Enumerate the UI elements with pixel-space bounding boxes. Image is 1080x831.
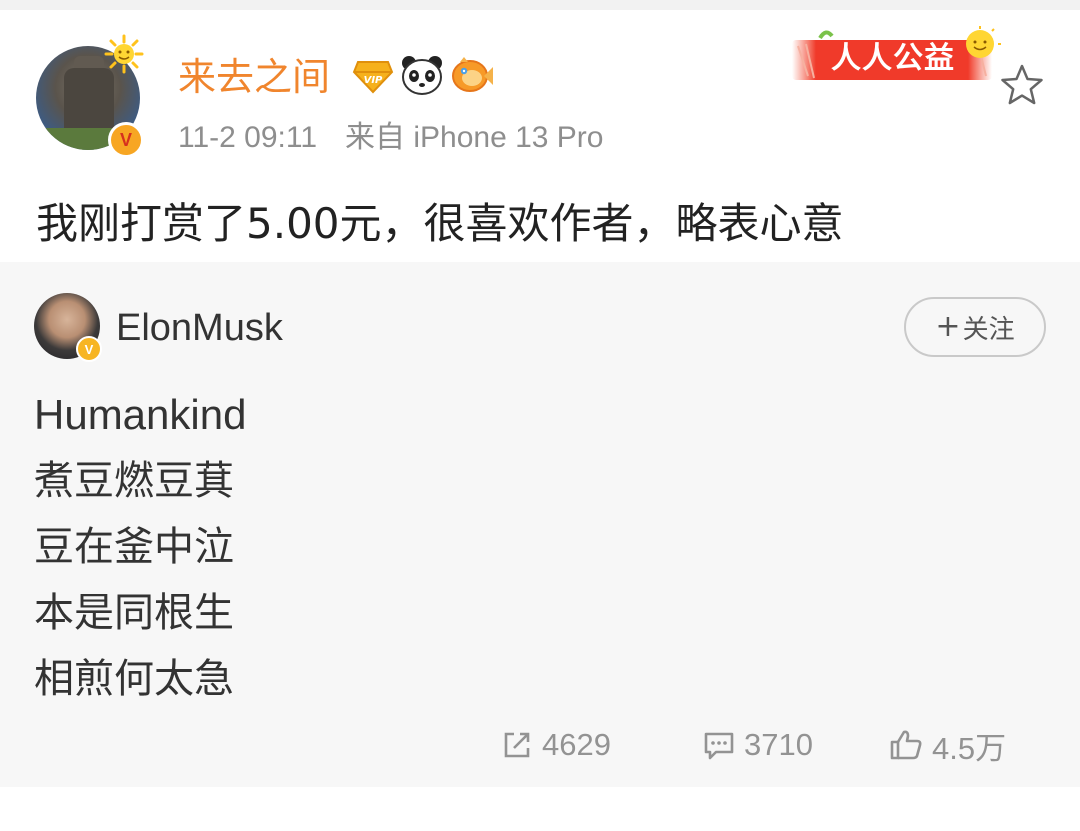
share-icon <box>504 732 530 758</box>
like-button[interactable]: 4.5万 <box>888 722 1006 768</box>
top-divider <box>0 0 1080 10</box>
favorite-star-icon[interactable] <box>998 62 1046 108</box>
vip-icon: VIP <box>352 61 394 94</box>
post-text: 我刚打赏了5.00元，很喜欢作者，略表心意 <box>36 199 844 248</box>
verified-badge: V <box>108 122 144 158</box>
svg-text:VIP: VIP <box>364 75 383 86</box>
post-source: 来自 iPhone 13 Pro <box>345 121 604 154</box>
author-name[interactable]: 来去之间 <box>178 52 330 102</box>
share-button[interactable]: 4629 <box>500 722 611 768</box>
sun-icon <box>104 34 144 74</box>
thumbs-up-icon <box>890 730 922 760</box>
post-meta: 11-2 09:11 来自 iPhone 13 Pro <box>178 118 603 158</box>
charity-label: 人人公益 <box>831 41 955 76</box>
repost-line: Humankind <box>34 391 247 438</box>
repost-line: 豆在釜中泣 <box>34 524 234 570</box>
panda-icon <box>402 56 442 95</box>
follow-label: 关注 <box>962 314 1015 345</box>
bottom-spacer <box>0 787 1080 831</box>
repost-line: 相煎何太急 <box>34 656 234 702</box>
repost-line: 本是同根生 <box>34 590 234 636</box>
follow-button[interactable]: + 关注 <box>904 297 1046 357</box>
repost-text: Humankind 煮豆燃豆萁 豆在釜中泣 本是同根生 相煎何太急 <box>34 382 634 712</box>
like-count: 4.5万 <box>932 730 1007 766</box>
repost-author-name[interactable]: ElonMusk <box>116 304 283 352</box>
fish-icon <box>452 57 493 92</box>
repost-verified-badge: V <box>76 336 102 362</box>
plus-icon: + <box>935 309 961 344</box>
repost-line: 煮豆燃豆萁 <box>34 458 234 504</box>
post-time: 11-2 09:11 <box>178 121 317 154</box>
share-count: 4629 <box>542 727 611 762</box>
comment-count: 3710 <box>744 727 813 762</box>
comment-icon <box>704 732 734 760</box>
comment-button[interactable]: 3710 <box>702 722 813 768</box>
